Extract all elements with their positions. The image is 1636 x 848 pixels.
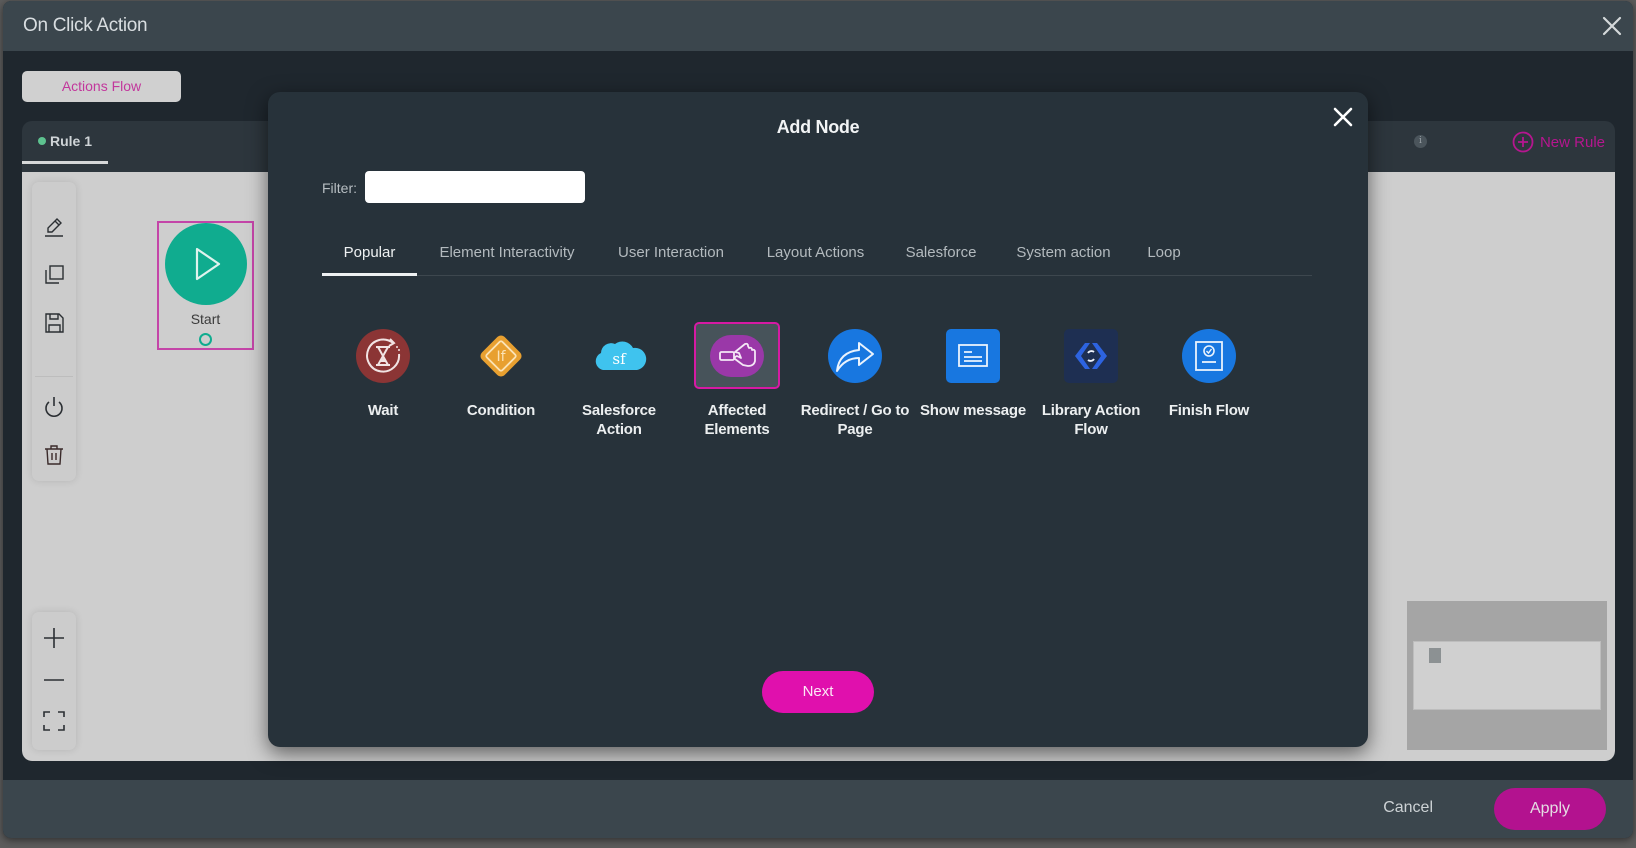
zoom-out-icon[interactable] bbox=[41, 667, 67, 693]
filter-input[interactable] bbox=[365, 171, 585, 203]
apply-button[interactable]: Apply bbox=[1494, 788, 1606, 830]
node-label: Condition bbox=[466, 402, 536, 419]
salesforce-cloud-icon: sf bbox=[591, 328, 647, 384]
power-icon[interactable] bbox=[41, 394, 67, 420]
node-label: Wait bbox=[367, 402, 399, 419]
fit-screen-icon[interactable] bbox=[41, 708, 67, 734]
svg-text:sf: sf bbox=[612, 350, 627, 368]
actions-flow-button[interactable]: Actions Flow bbox=[22, 71, 181, 102]
plus-circle-icon bbox=[1512, 131, 1534, 153]
node-finish-flow[interactable]: Finish Flow bbox=[1154, 322, 1264, 442]
add-node-modal: Add Node Filter: Popular Element Interac… bbox=[268, 92, 1368, 747]
cancel-button[interactable]: Cancel bbox=[1383, 799, 1433, 817]
node-label: Finish Flow bbox=[1168, 402, 1250, 419]
node-library-action-flow[interactable]: Library Action Flow bbox=[1036, 322, 1146, 442]
copy-icon[interactable] bbox=[41, 262, 67, 288]
minimap-node bbox=[1429, 648, 1441, 663]
new-rule-label: New Rule bbox=[1539, 133, 1605, 151]
dialog-title: On Click Action bbox=[23, 15, 148, 36]
rule-tab-underline bbox=[22, 161, 108, 164]
save-icon[interactable] bbox=[41, 310, 67, 336]
finish-flow-icon bbox=[1181, 328, 1237, 384]
library-flow-icon bbox=[1063, 328, 1119, 384]
minimap-viewport[interactable] bbox=[1413, 641, 1601, 710]
node-category-tabs: Popular Element Interactivity User Inter… bbox=[322, 232, 1312, 276]
node-label: Salesforce Action bbox=[582, 402, 656, 438]
zoom-in-icon[interactable] bbox=[41, 625, 67, 651]
tab-rule-1[interactable]: Rule 1 bbox=[22, 121, 108, 165]
start-node-label: Start bbox=[190, 311, 221, 327]
tab-user-interaction[interactable]: User Interaction bbox=[611, 232, 731, 276]
svg-text:If: If bbox=[496, 349, 506, 365]
new-rule-button[interactable]: New Rule bbox=[1512, 131, 1605, 153]
node-salesforce-action[interactable]: sf Salesforce Action bbox=[564, 322, 674, 442]
tab-salesforce[interactable]: Salesforce bbox=[901, 232, 981, 276]
redirect-arrow-icon bbox=[827, 328, 883, 384]
minimap[interactable] bbox=[1407, 601, 1607, 750]
info-icon[interactable]: i bbox=[1414, 135, 1427, 148]
canvas-toolbar bbox=[32, 182, 76, 481]
node-condition[interactable]: If Condition bbox=[446, 322, 556, 442]
message-icon bbox=[945, 328, 1001, 384]
node-label: Library Action Flow bbox=[1041, 402, 1141, 438]
hourglass-icon bbox=[355, 328, 411, 384]
zoom-toolbar bbox=[32, 612, 76, 750]
rule-status-dot bbox=[38, 137, 46, 145]
close-icon[interactable] bbox=[1332, 106, 1354, 128]
tab-system-action[interactable]: System action bbox=[1011, 232, 1116, 276]
close-icon[interactable] bbox=[1601, 15, 1623, 37]
node-affected-elements[interactable]: Affected Elements bbox=[682, 322, 792, 442]
filter-label: Filter: bbox=[322, 180, 357, 196]
tab-loop[interactable]: Loop bbox=[1144, 232, 1184, 276]
node-label: Redirect / Go to Page bbox=[800, 402, 910, 438]
node-label: Affected Elements bbox=[704, 402, 770, 438]
tab-popular[interactable]: Popular bbox=[322, 232, 417, 276]
start-node[interactable]: Start bbox=[157, 221, 254, 350]
hand-pointer-icon bbox=[709, 328, 765, 384]
rule-tab-label: Rule 1 bbox=[50, 133, 93, 149]
dialog-footer: Cancel Apply bbox=[3, 780, 1633, 838]
node-label: Show message bbox=[920, 402, 1026, 419]
play-icon bbox=[165, 223, 247, 305]
start-node-output-port[interactable] bbox=[199, 333, 212, 346]
next-button[interactable]: Next bbox=[762, 671, 874, 713]
node-redirect[interactable]: Redirect / Go to Page bbox=[800, 322, 910, 442]
node-wait[interactable]: Wait bbox=[328, 322, 438, 442]
toolbar-divider bbox=[35, 376, 73, 377]
tab-layout-actions[interactable]: Layout Actions bbox=[758, 232, 873, 276]
edit-icon[interactable] bbox=[41, 214, 67, 240]
if-diamond-icon: If bbox=[473, 328, 529, 384]
trash-icon[interactable] bbox=[41, 442, 67, 468]
node-show-message[interactable]: Show message bbox=[918, 322, 1028, 442]
dialog-titlebar: On Click Action bbox=[3, 1, 1633, 51]
modal-title: Add Node bbox=[776, 117, 860, 137]
tab-element-interactivity[interactable]: Element Interactivity bbox=[432, 232, 582, 276]
